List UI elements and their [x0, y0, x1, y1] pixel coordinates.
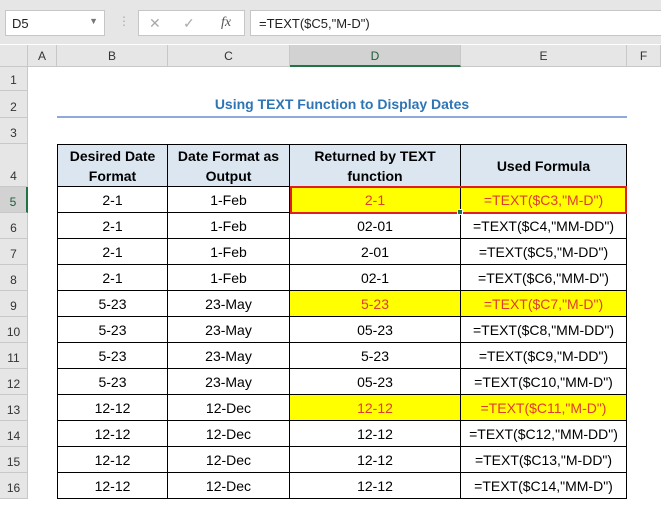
table-cell[interactable]: 5-23	[57, 317, 168, 343]
row-header-11[interactable]: 11	[0, 343, 28, 369]
table-cell[interactable]: =TEXT($C11,"M-D")	[461, 395, 627, 421]
sheet-title: Using TEXT Function to Display Dates	[57, 91, 627, 118]
row-header-7[interactable]: 7	[0, 239, 28, 265]
table-cell[interactable]: 05-23	[290, 317, 461, 343]
column-header-A[interactable]: A	[28, 45, 57, 67]
table-cell[interactable]: 12-12	[290, 421, 461, 447]
table-cell[interactable]: 12-12	[290, 395, 461, 421]
table-cell[interactable]: 1-Feb	[168, 187, 290, 213]
table-cell[interactable]: 2-1	[57, 187, 168, 213]
table-cell[interactable]: 12-Dec	[168, 447, 290, 473]
table-cell[interactable]: 2-1	[57, 265, 168, 291]
table-cell[interactable]: 02-01	[290, 213, 461, 239]
table-cell[interactable]: =TEXT($C14,"MM-D")	[461, 473, 627, 499]
table-cell[interactable]: =TEXT($C6,"MM-D")	[461, 265, 627, 291]
table-cell[interactable]: 5-23	[57, 291, 168, 317]
table-cell[interactable]: =TEXT($C4,"MM-DD")	[461, 213, 627, 239]
table-cell[interactable]: 12-12	[57, 473, 168, 499]
table-cell[interactable]: =TEXT($C12,"MM-DD")	[461, 421, 627, 447]
table-header[interactable]: Date Format as Output	[168, 144, 290, 187]
insert-function-icon[interactable]: fx	[221, 15, 231, 31]
table-cell[interactable]: 2-1	[57, 239, 168, 265]
table-cell[interactable]: =TEXT($C9,"M-DD")	[461, 343, 627, 369]
table-cell[interactable]: =TEXT($C10,"MM-D")	[461, 369, 627, 395]
table-cell[interactable]: 12-Dec	[168, 395, 290, 421]
enter-check-icon[interactable]: ✓	[183, 15, 195, 32]
drag-handle-icon[interactable]: ⋮	[118, 14, 130, 28]
fill-handle[interactable]	[457, 209, 463, 215]
table-cell[interactable]: 05-23	[290, 369, 461, 395]
column-header-E[interactable]: E	[461, 45, 627, 67]
table-cell[interactable]: 12-12	[57, 421, 168, 447]
table-cell[interactable]: 1-Feb	[168, 213, 290, 239]
row-header-10[interactable]: 10	[0, 317, 28, 343]
table-cell[interactable]: 2-01	[290, 239, 461, 265]
column-header-B[interactable]: B	[57, 45, 168, 67]
row-header-15[interactable]: 15	[0, 447, 28, 473]
table-cell[interactable]: 12-12	[57, 395, 168, 421]
table-cell[interactable]: 23-May	[168, 291, 290, 317]
table-cell[interactable]: 2-1	[57, 213, 168, 239]
table-cell[interactable]: 23-May	[168, 343, 290, 369]
table-cell[interactable]: 5-23	[290, 291, 461, 317]
table-header[interactable]: Desired Date Format	[57, 144, 168, 187]
table-cell[interactable]: 23-May	[168, 317, 290, 343]
table-cell[interactable]: =TEXT($C8,"MM-DD")	[461, 317, 627, 343]
table-cell[interactable]: 12-12	[290, 473, 461, 499]
table-cell[interactable]: =TEXT($C13,"M-DD")	[461, 447, 627, 473]
column-header-D[interactable]: D	[290, 45, 461, 67]
cancel-icon[interactable]: ✕	[149, 15, 161, 32]
table-cell[interactable]: 5-23	[290, 343, 461, 369]
table-cell[interactable]: 23-May	[168, 369, 290, 395]
table-cell[interactable]: 02-1	[290, 265, 461, 291]
chevron-down-icon[interactable]: ▼	[89, 16, 98, 26]
name-box[interactable]: D5 ▼	[5, 10, 105, 36]
row-header-2[interactable]: 2	[0, 91, 28, 118]
row-header-1[interactable]: 1	[0, 67, 28, 91]
table-cell[interactable]: =TEXT($C7,"M-D")	[461, 291, 627, 317]
column-header-C[interactable]: C	[168, 45, 290, 67]
table-cell[interactable]: 12-12	[57, 447, 168, 473]
table-cell[interactable]: 12-12	[290, 447, 461, 473]
row-header-9[interactable]: 9	[0, 291, 28, 317]
row-header-14[interactable]: 14	[0, 421, 28, 447]
table-cell[interactable]: =TEXT($C5,"M-DD")	[461, 239, 627, 265]
table-cell[interactable]: 5-23	[57, 343, 168, 369]
row-header-13[interactable]: 13	[0, 395, 28, 421]
row-header-16[interactable]: 16	[0, 473, 28, 499]
column-header-F[interactable]: F	[627, 45, 661, 67]
row-header-5[interactable]: 5	[0, 187, 28, 213]
formula-buttons: ✕ ✓ fx	[138, 10, 245, 36]
formula-input[interactable]: =TEXT($C5,"M-D")	[250, 10, 661, 36]
row-header-8[interactable]: 8	[0, 265, 28, 291]
table-cell[interactable]: 5-23	[57, 369, 168, 395]
table-cell[interactable]: 12-Dec	[168, 473, 290, 499]
row-header-3[interactable]: 3	[0, 118, 28, 144]
row-header-12[interactable]: 12	[0, 369, 28, 395]
table-cell[interactable]: 1-Feb	[168, 239, 290, 265]
table-cell[interactable]: 12-Dec	[168, 421, 290, 447]
row-header-6[interactable]: 6	[0, 213, 28, 239]
row-header-4[interactable]: 4	[0, 144, 28, 187]
select-all-button[interactable]	[0, 45, 28, 67]
table-cell[interactable]: 1-Feb	[168, 265, 290, 291]
name-box-value: D5	[12, 16, 29, 31]
table-header[interactable]: Returned by TEXT function	[290, 144, 461, 187]
table-header[interactable]: Used Formula	[461, 144, 627, 187]
